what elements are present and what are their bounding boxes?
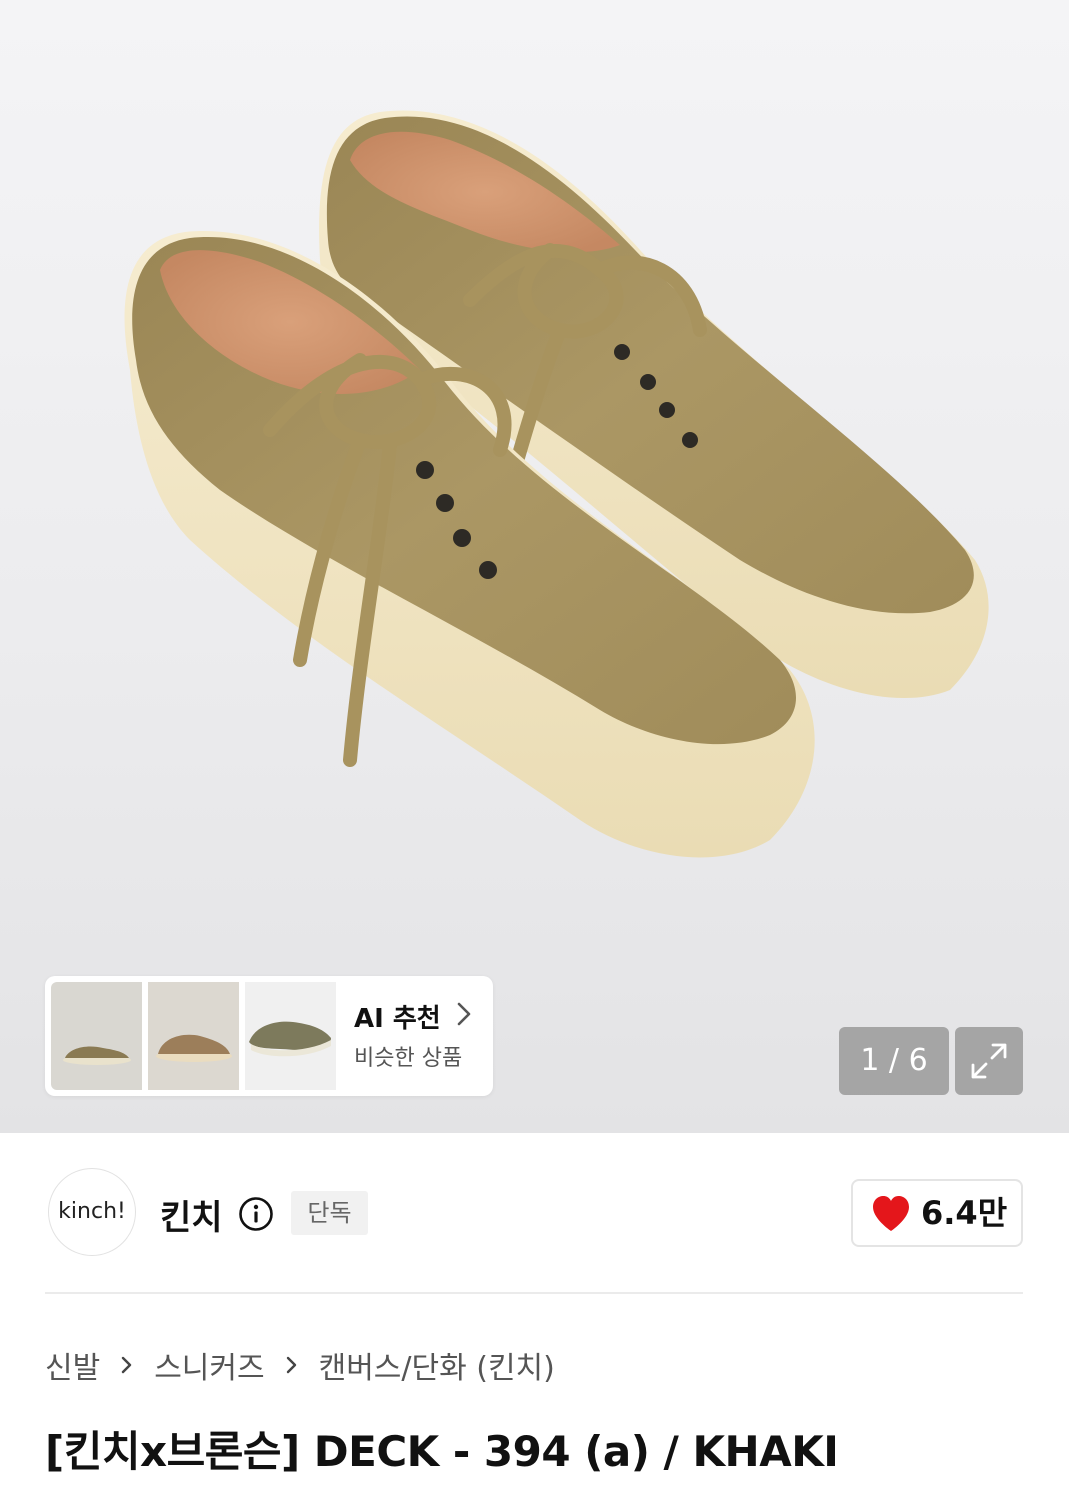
brand-logo[interactable]: kinch! — [48, 1168, 136, 1256]
chevron-right-icon — [286, 1356, 296, 1374]
product-image-gallery[interactable]: AI 추천 비슷한 상품 1 / 6 — [0, 0, 1069, 1133]
exclusive-badge: 단독 — [291, 1191, 368, 1235]
chevron-right-icon — [122, 1356, 132, 1374]
divider — [45, 1292, 1023, 1294]
brand-name[interactable]: 킨치 — [160, 1190, 223, 1239]
info-icon[interactable] — [238, 1196, 274, 1232]
similar-product-thumb-2[interactable] — [148, 982, 239, 1090]
breadcrumb-item-shoes[interactable]: 신발 — [45, 1343, 100, 1387]
image-counter: 1 / 6 — [839, 1027, 949, 1095]
similar-product-thumb-1[interactable] — [51, 982, 142, 1090]
ai-recommend-sub-label: 비슷한 상품 — [354, 1046, 463, 1071]
like-count: 6.4만 — [921, 1194, 1008, 1232]
like-button[interactable]: 6.4만 — [851, 1179, 1023, 1247]
product-main-image[interactable] — [0, 0, 1069, 960]
ai-recommend-label[interactable]: AI 추천 — [354, 998, 441, 1035]
chevron-right-icon — [457, 1002, 471, 1026]
breadcrumb-item-sneakers[interactable]: 스니커즈 — [154, 1343, 264, 1387]
product-title: [킨치x브론슨] DECK - 394 (a) / KHAKI — [45, 1427, 839, 1476]
similar-product-thumb-3[interactable] — [245, 982, 336, 1090]
breadcrumb: 신발 스니커즈 캔버스/단화 (킨치) — [45, 1340, 555, 1390]
breadcrumb-item-canvas[interactable]: 캔버스/단화 (킨치) — [319, 1343, 555, 1387]
similar-products-strip[interactable]: AI 추천 비슷한 상품 — [45, 976, 493, 1096]
expand-icon — [971, 1043, 1007, 1079]
expand-image-button[interactable] — [955, 1027, 1023, 1095]
heart-icon — [873, 1196, 909, 1231]
